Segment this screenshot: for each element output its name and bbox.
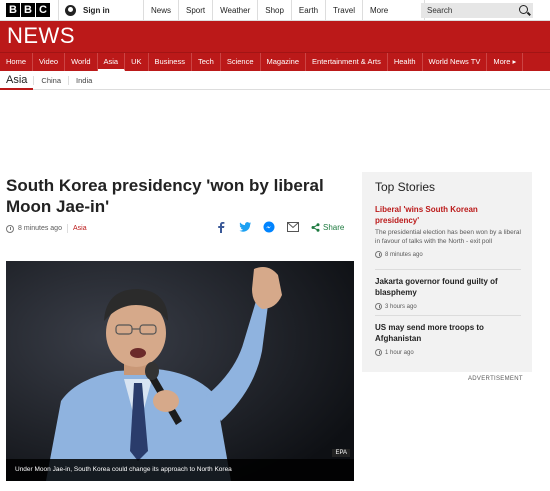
clock-icon	[375, 303, 382, 310]
nav-video[interactable]: Video	[33, 53, 66, 71]
topnav-weather[interactable]: Weather	[213, 0, 259, 21]
share-tools: Share	[215, 221, 344, 233]
messenger-icon[interactable]	[263, 221, 275, 233]
share-icon	[311, 222, 320, 232]
signin-button[interactable]: Sign in	[58, 0, 144, 21]
article-meta: 8 minutes ago Asia	[6, 224, 87, 233]
image-caption: Under Moon Jae-in, South Korea could cha…	[6, 459, 354, 481]
clock-icon	[375, 349, 382, 356]
clock-icon	[375, 251, 382, 258]
top-story-time: 1 hour ago	[375, 349, 521, 356]
divider	[375, 269, 521, 270]
bbc-masthead: B B C Sign in News Sport Weather Shop Ea…	[0, 0, 550, 21]
top-story-timestamp: 8 minutes ago	[385, 251, 423, 258]
nav-uk[interactable]: UK	[125, 53, 149, 71]
top-story-title[interactable]: Liberal 'wins South Korean presidency'	[375, 204, 521, 226]
asia-subnav: Asia China India	[0, 71, 550, 90]
top-story-title[interactable]: Jakarta governor found guilty of blasphe…	[375, 276, 521, 298]
news-brand-title[interactable]: NEWS	[7, 23, 75, 49]
nav-world[interactable]: World	[65, 53, 98, 71]
nav-world-news-tv[interactable]: World News TV	[423, 53, 488, 71]
advertisement-label: ADVERTISEMENT	[468, 376, 523, 382]
news-banner: NEWS	[0, 21, 550, 52]
nav-asia[interactable]: Asia	[97, 53, 126, 71]
clock-icon	[6, 224, 14, 233]
topnav-news[interactable]: News	[144, 0, 180, 21]
nav-health[interactable]: Health	[388, 53, 423, 71]
news-section-navigation: Home Video World Asia UK Business Tech S…	[0, 52, 550, 71]
top-story-time: 8 minutes ago	[375, 251, 521, 258]
share-button[interactable]: Share	[311, 223, 344, 232]
topnav-more[interactable]: More	[363, 0, 426, 21]
subnav-section-title[interactable]: Asia	[0, 71, 34, 90]
nav-tech[interactable]: Tech	[192, 53, 221, 71]
article-timestamp: 8 minutes ago	[18, 225, 62, 232]
nav-business[interactable]: Business	[149, 53, 192, 71]
bbc-logo[interactable]: B B C	[6, 3, 50, 17]
nav-science[interactable]: Science	[221, 53, 261, 71]
top-story-timestamp: 1 hour ago	[385, 349, 414, 356]
nav-home[interactable]: Home	[0, 53, 34, 71]
top-story-item[interactable]: Liberal 'wins South Korean presidency' T…	[375, 204, 521, 258]
search-input[interactable]: Search	[421, 3, 533, 18]
article-section-tag[interactable]: Asia	[73, 225, 87, 232]
article-photo: EPA Under Moon Jae-in, South Korea could…	[6, 261, 354, 481]
article-headline: South Korea presidency 'won by liberal M…	[6, 176, 324, 216]
twitter-icon[interactable]	[239, 221, 251, 233]
divider	[375, 315, 521, 316]
topnav-sport[interactable]: Sport	[179, 0, 214, 21]
top-story-time: 3 hours ago	[375, 303, 521, 310]
signin-label: Sign in	[83, 6, 110, 15]
divider	[66, 224, 68, 233]
share-label: Share	[323, 222, 345, 232]
topnav-shop[interactable]: Shop	[258, 0, 292, 21]
top-story-item[interactable]: Jakarta governor found guilty of blasphe…	[375, 276, 521, 310]
subnav-china[interactable]: China	[33, 75, 68, 85]
nav-more[interactable]: More ▸	[487, 53, 524, 71]
nav-magazine[interactable]: Magazine	[261, 53, 307, 71]
topnav-earth[interactable]: Earth	[292, 0, 327, 21]
email-icon[interactable]	[287, 221, 299, 233]
search-placeholder: Search	[427, 6, 453, 15]
search-icon[interactable]	[519, 5, 528, 14]
top-story-summary: The presidential election has been won b…	[375, 229, 521, 245]
nav-entertainment-arts[interactable]: Entertainment & Arts	[306, 53, 388, 71]
top-stories-heading: Top Stories	[375, 180, 436, 194]
top-story-title[interactable]: US may send more troops to Afghanistan	[375, 322, 521, 344]
facebook-icon[interactable]	[215, 221, 227, 233]
bbc-logo-letter: B	[21, 3, 35, 17]
top-story-item[interactable]: US may send more troops to Afghanistan 1…	[375, 322, 521, 356]
user-icon	[65, 5, 76, 16]
top-navigation: News Sport Weather Shop Earth Travel Mor…	[144, 0, 426, 21]
photo-illustration	[6, 261, 354, 481]
topnav-travel[interactable]: Travel	[326, 0, 363, 21]
image-credit-badge: EPA	[332, 449, 350, 457]
bbc-logo-letter: B	[6, 3, 20, 17]
subnav-india[interactable]: India	[68, 75, 99, 85]
bbc-logo-letter: C	[36, 3, 50, 17]
top-stories-panel: Top Stories Liberal 'wins South Korean p…	[362, 172, 532, 372]
top-story-timestamp: 3 hours ago	[385, 303, 417, 310]
